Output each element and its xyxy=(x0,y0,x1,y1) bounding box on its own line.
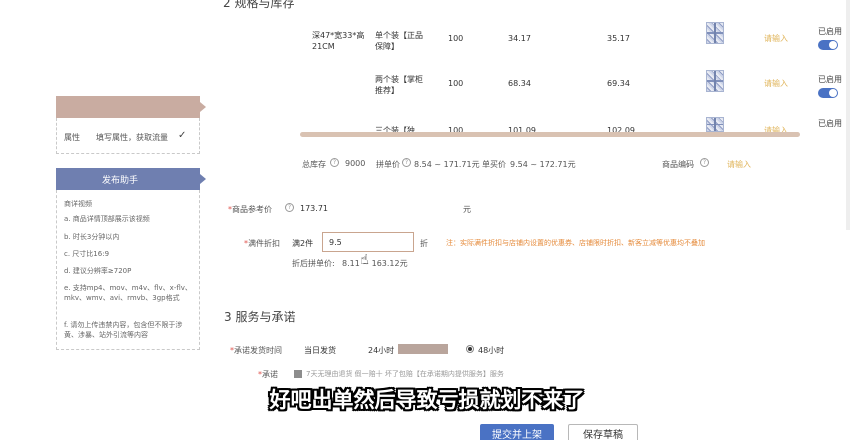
ship-option-24h[interactable]: 24小时 xyxy=(368,345,394,356)
sku-single-price[interactable]: 69.34 xyxy=(607,78,630,89)
helper-tip: c. 尺寸比16:9 xyxy=(64,250,110,258)
promise-text: 7天无理由退货 假一赔十 坏了包赔【在承诺期内提供服务】服务 xyxy=(306,370,504,378)
sku-enable-toggle[interactable] xyxy=(818,88,838,98)
sku-status-label: 已启用 xyxy=(818,119,842,128)
guide-attr-label: 属性 xyxy=(64,133,80,142)
helper-tip: 商详视频 xyxy=(64,200,92,208)
check-icon: ✓ xyxy=(178,130,187,141)
sku-image-thumbnail[interactable] xyxy=(706,70,724,92)
ship-48h-radio[interactable] xyxy=(466,345,474,353)
sku-code-input[interactable]: 请输入 xyxy=(764,78,788,89)
helper-tip: f. 请勿上传违禁内容，包含但不限于涉黄、涉暴、站外引流等内容 xyxy=(64,321,183,339)
single-price-label: 单买价 xyxy=(482,160,506,169)
reference-price-label: *商品参考价 xyxy=(228,205,272,214)
discount-label: *满件折扣 xyxy=(244,239,280,248)
right-scrollbar[interactable] xyxy=(846,0,850,230)
group-price-range: 8.54 ~ 171.71元 xyxy=(414,160,480,169)
section-spec-stock-title: 2 规格与库存 xyxy=(223,0,295,10)
sku-image-thumbnail[interactable] xyxy=(706,117,724,132)
sku-single-price[interactable]: 35.17 xyxy=(607,33,630,44)
discount-input[interactable] xyxy=(322,232,414,252)
sku-code-input[interactable]: 请输入 xyxy=(764,33,788,44)
discount-after-label: 折后拼单价: xyxy=(292,259,335,268)
promise-checkbox[interactable] xyxy=(294,370,302,378)
reference-price-value: 173.71 xyxy=(300,204,328,213)
save-draft-button[interactable]: 保存草稿 xyxy=(568,424,638,440)
help-icon[interactable]: ? xyxy=(330,158,339,167)
ship-option-same-day[interactable]: 当日发货 xyxy=(304,345,336,356)
section-service-title: 3 服务与承诺 xyxy=(224,310,296,324)
discount-prefix: 满2件 xyxy=(292,239,314,248)
submit-button[interactable]: 提交并上架 xyxy=(480,424,554,440)
help-icon[interactable]: ? xyxy=(402,158,411,167)
group-price-label: 拼单价 xyxy=(376,160,400,169)
total-stock-label: 总库存 xyxy=(302,160,326,169)
help-icon[interactable]: ? xyxy=(700,158,709,167)
sku-image-thumbnail[interactable] xyxy=(706,22,724,44)
total-stock-value: 9000 xyxy=(345,159,366,168)
ship-option-48h[interactable]: 48小时 xyxy=(478,345,504,356)
sku-enable-toggle[interactable] xyxy=(818,40,838,50)
helper-tip: d. 建议分辨率≥720P xyxy=(64,267,132,275)
discount-after-value: 8.11 ~ 163.12元 xyxy=(342,259,408,268)
ship-time-label: *承诺发货时间 xyxy=(230,346,282,355)
video-subtitle: 好吧出单然后导致亏损就划不来了 xyxy=(269,388,585,412)
helper-tip: e. 支持mp4、mov、m4v、flv、x-flv、mkv、wmv、avi、r… xyxy=(64,284,192,302)
sku-stock[interactable]: 100 xyxy=(448,78,463,89)
highlight-mark xyxy=(398,344,448,354)
sku-stock[interactable]: 100 xyxy=(448,33,463,44)
table-horizontal-scrollbar[interactable] xyxy=(300,132,800,137)
help-icon[interactable]: ? xyxy=(285,203,294,212)
sku-group-price[interactable]: 68.34 xyxy=(508,78,531,89)
sku-spec: 深47*宽33*高21CM xyxy=(312,31,365,51)
product-code-label: 商品编码 xyxy=(662,160,694,169)
sku-status-label: 已启用 xyxy=(818,75,842,84)
guide-step-header[interactable] xyxy=(56,96,206,118)
sku-group-price[interactable]: 34.17 xyxy=(508,33,531,44)
sku-name: 两个装【掌柜推荐】 xyxy=(375,75,423,95)
publish-helper-title: 发布助手 xyxy=(102,176,139,186)
discount-suffix: 折 xyxy=(420,239,428,248)
hand-cursor-icon: ☝ xyxy=(360,252,369,268)
promise-label: *承诺 xyxy=(258,370,278,379)
helper-tip: b. 时长3分钟以内 xyxy=(64,233,120,241)
helper-tip: a. 商品详情顶部展示该视频 xyxy=(64,215,150,223)
discount-note: 注：实际满件折扣与店铺内设置的优惠券、店铺限时折扣、新客立减等优惠均不叠加 xyxy=(446,239,705,247)
reference-price-unit: 元 xyxy=(463,205,471,214)
guide-attr-hint[interactable]: 填写属性，获取流量 xyxy=(96,132,168,143)
single-price-range: 9.54 ~ 172.71元 xyxy=(510,160,576,169)
publish-helper-header[interactable]: 发布助手 xyxy=(56,168,206,190)
sku-status-label: 已启用 xyxy=(818,27,842,36)
sku-name: 单个装【正品保障】 xyxy=(375,31,423,51)
product-code-input[interactable]: 请输入 xyxy=(727,159,751,170)
